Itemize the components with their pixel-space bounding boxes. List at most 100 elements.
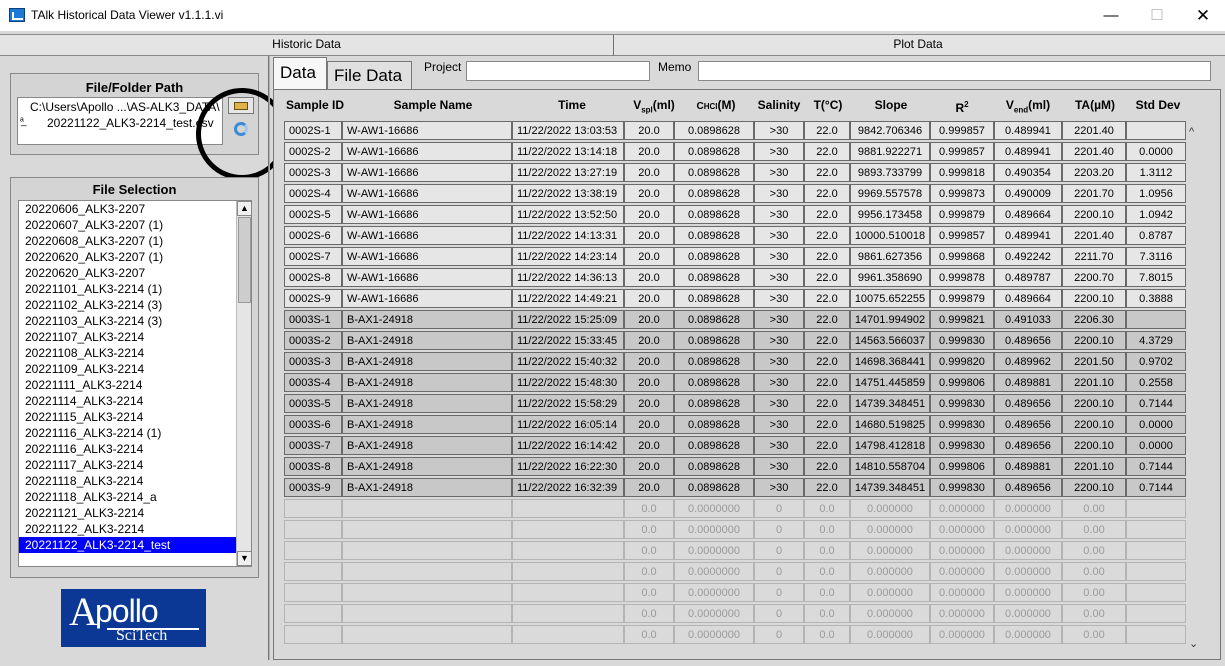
cell-vend: 0.489941 xyxy=(994,142,1062,161)
cell-time xyxy=(512,625,624,644)
file-list-item[interactable]: 20220620_ALK3-2207 (1) xyxy=(19,249,236,265)
table-row[interactable]: 0003S-7 B-AX1-24918 11/22/2022 16:14:42 20.… xyxy=(284,436,1188,457)
cell-c: 0.0898628 xyxy=(674,415,754,434)
file-list-item[interactable]: 20221116_ALK3-2214 (1) xyxy=(19,425,236,441)
cell-id: 0002S-6 xyxy=(284,226,342,245)
file-list-item[interactable]: 20221108_ALK3-2214 xyxy=(19,345,236,361)
cell-std: 1.3112 xyxy=(1126,163,1186,182)
cell-slope: 9956.173458 xyxy=(850,205,930,224)
scroll-thumb[interactable] xyxy=(238,217,251,303)
cell-v: 20.0 xyxy=(624,352,674,371)
close-button[interactable]: ✕ xyxy=(1180,0,1225,31)
cell-vend: 0.000000 xyxy=(994,520,1062,539)
cell-std: 0.2558 xyxy=(1126,373,1186,392)
file-list-item[interactable]: 20220620_ALK3-2207 xyxy=(19,265,236,281)
file-list-item[interactable]: 20221111_ALK3-2214 xyxy=(19,377,236,393)
tab-file-data[interactable]: File Data xyxy=(327,61,412,89)
table-row[interactable]: 0002S-6 W-AW1-16686 11/22/2022 14:13:31 20.… xyxy=(284,226,1188,247)
file-list[interactable]: 20220606_ALK3-2207 20220607_ALK3-2207 (1)… xyxy=(18,200,252,567)
scroll-up-arrow[interactable]: ▲ xyxy=(237,201,251,216)
table-row[interactable]: 0002S-9 W-AW1-16686 11/22/2022 14:49:21 20.… xyxy=(284,289,1188,310)
cell-vend: 0.489881 xyxy=(994,373,1062,392)
file-list-item[interactable]: 20220607_ALK3-2207 (1) xyxy=(19,217,236,233)
cell-time: 11/22/2022 13:14:18 xyxy=(512,142,624,161)
memo-field[interactable] xyxy=(698,61,1211,81)
table-row[interactable]: 0003S-1 B-AX1-24918 11/22/2022 15:25:09 20.… xyxy=(284,310,1188,331)
tab-plot-data[interactable]: Plot Data xyxy=(614,35,1222,56)
file-list-item[interactable]: 20221116_ALK3-2214 xyxy=(19,441,236,457)
table-row[interactable]: 0003S-6 B-AX1-24918 11/22/2022 16:05:14 20.… xyxy=(284,415,1188,436)
table-row[interactable]: 0002S-3 W-AW1-16686 11/22/2022 13:27:19 20.… xyxy=(284,163,1188,184)
cell-sal: >30 xyxy=(754,373,804,392)
cell-std: 7.3116 xyxy=(1126,247,1186,266)
table-row[interactable]: 0002S-8 W-AW1-16686 11/22/2022 14:36:13 20.… xyxy=(284,268,1188,289)
minimize-button[interactable]: — xyxy=(1088,0,1134,31)
table-row[interactable]: 0.0 0.0000000 0 0.0 0.000000 0.000000 0.000000… xyxy=(284,625,1188,646)
table-row[interactable]: 0.0 0.0000000 0 0.0 0.000000 0.000000 0.000000… xyxy=(284,562,1188,583)
cell-id xyxy=(284,625,342,644)
cell-vend: 0.000000 xyxy=(994,499,1062,518)
project-field[interactable] xyxy=(466,61,650,81)
cell-v: 0.0 xyxy=(624,541,674,560)
path-line-file: 20221122_ALK3-2214_test.csv xyxy=(47,116,214,130)
maximize-button[interactable]: ☐ xyxy=(1134,0,1180,31)
table-row[interactable]: 0003S-2 B-AX1-24918 11/22/2022 15:33:45 20.… xyxy=(284,331,1188,352)
file-list-item[interactable]: 20221107_ALK3-2214 xyxy=(19,329,236,345)
table-row[interactable]: 0002S-1 W-AW1-16686 11/22/2022 13:03:53 20.… xyxy=(284,121,1188,142)
browse-folder-button[interactable] xyxy=(228,97,254,114)
cell-slope: 14810.558704 xyxy=(850,457,930,476)
file-list-item[interactable]: 20221118_ALK3-2214 xyxy=(19,473,236,489)
file-list-item[interactable]: 20221115_ALK3-2214 xyxy=(19,409,236,425)
path-field[interactable]: C:\Users\Apollo ...\AS-ALK3_DATA\ ᵃ̲ 202… xyxy=(17,97,223,145)
cell-id xyxy=(284,562,342,581)
table-row[interactable]: 0.0 0.0000000 0 0.0 0.000000 0.000000 0.000000… xyxy=(284,499,1188,520)
tab-historic-data[interactable]: Historic Data xyxy=(0,35,614,56)
refresh-button[interactable] xyxy=(232,120,250,138)
file-list-item[interactable]: 20221122_ALK3-2214_test xyxy=(19,537,236,553)
file-list-scrollbar[interactable]: ▲ ▼ xyxy=(236,201,251,566)
table-row[interactable]: 0003S-5 B-AX1-24918 11/22/2022 15:58:29 20.… xyxy=(284,394,1188,415)
scroll-down-arrow[interactable]: ▼ xyxy=(237,551,251,566)
file-list-item[interactable]: 20221102_ALK3-2214 (3) xyxy=(19,297,236,313)
table-row[interactable]: 0003S-9 B-AX1-24918 11/22/2022 16:32:39 20.… xyxy=(284,478,1188,499)
window-title: TAlk Historical Data Viewer v1.1.1.vi xyxy=(31,8,224,22)
cell-name: B-AX1-24918 xyxy=(342,310,512,329)
table-row[interactable]: 0003S-4 B-AX1-24918 11/22/2022 15:48:30 20.… xyxy=(284,373,1188,394)
table-row[interactable]: 0002S-4 W-AW1-16686 11/22/2022 13:38:19 20.… xyxy=(284,184,1188,205)
table-row[interactable]: 0.0 0.0000000 0 0.0 0.000000 0.000000 0.000000… xyxy=(284,541,1188,562)
table-row[interactable]: 0.0 0.0000000 0 0.0 0.000000 0.000000 0.000000… xyxy=(284,583,1188,604)
cell-c: 0.0000000 xyxy=(674,520,754,539)
cell-name: B-AX1-24918 xyxy=(342,352,512,371)
cell-time xyxy=(512,499,624,518)
file-list-item[interactable]: 20221114_ALK3-2214 xyxy=(19,393,236,409)
file-list-item[interactable]: 20221121_ALK3-2214 xyxy=(19,505,236,521)
file-list-item[interactable]: 20221109_ALK3-2214 xyxy=(19,361,236,377)
cell-id: 0003S-7 xyxy=(284,436,342,455)
table-row[interactable]: 0.0 0.0000000 0 0.0 0.000000 0.000000 0.000000… xyxy=(284,520,1188,541)
file-list-item[interactable]: 20220606_ALK3-2207 xyxy=(19,201,236,217)
table-row[interactable]: 0.0 0.0000000 0 0.0 0.000000 0.000000 0.000000… xyxy=(284,604,1188,625)
cell-name: B-AX1-24918 xyxy=(342,331,512,350)
table-row[interactable]: 0002S-2 W-AW1-16686 11/22/2022 13:14:18 20.… xyxy=(284,142,1188,163)
table-row[interactable]: 0002S-7 W-AW1-16686 11/22/2022 14:23:14 20.… xyxy=(284,247,1188,268)
tab-data[interactable]: Data xyxy=(273,57,327,89)
table-row[interactable]: 0003S-3 B-AX1-24918 11/22/2022 15:40:32 20.… xyxy=(284,352,1188,373)
table-row[interactable]: 0002S-5 W-AW1-16686 11/22/2022 13:52:50 20.… xyxy=(284,205,1188,226)
cell-t: 22.0 xyxy=(804,163,850,182)
header-ta: TA(µM) xyxy=(1074,98,1115,112)
table-scroll-down-arrow[interactable]: ⌄ xyxy=(1189,637,1198,650)
file-list-item[interactable]: 20221117_ALK3-2214 xyxy=(19,457,236,473)
cell-slope: 0.000000 xyxy=(850,541,930,560)
file-list-item[interactable]: 20221118_ALK3-2214_a xyxy=(19,489,236,505)
cell-c: 0.0000000 xyxy=(674,499,754,518)
cell-r2: 0.999830 xyxy=(930,478,994,497)
cell-name: B-AX1-24918 xyxy=(342,373,512,392)
file-list-item[interactable]: 20221103_ALK3-2214 (3) xyxy=(19,313,236,329)
file-list-item[interactable]: 20221122_ALK3-2214 xyxy=(19,521,236,537)
table-scroll-up-arrow[interactable]: ^ xyxy=(1189,126,1194,138)
cell-name: W-AW1-16686 xyxy=(342,121,512,140)
file-list-item[interactable]: 20221101_ALK3-2214 (1) xyxy=(19,281,236,297)
main-panel: Historic Data Plot Data File/Folder Path… xyxy=(0,31,1225,666)
file-list-item[interactable]: 20220608_ALK3-2207 (1) xyxy=(19,233,236,249)
table-row[interactable]: 0003S-8 B-AX1-24918 11/22/2022 16:22:30 20.… xyxy=(284,457,1188,478)
